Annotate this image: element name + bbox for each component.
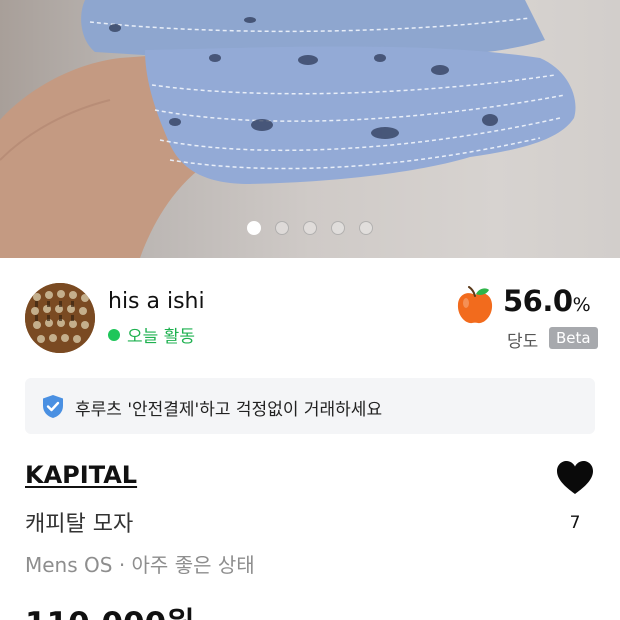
apple-icon [457,286,493,324]
activity-text: 오늘 활동 [127,327,195,347]
avatar-image [25,283,95,353]
product-photo [0,0,576,258]
carousel-dot[interactable] [359,221,373,235]
product-size: Mens OS [25,553,113,577]
carousel-dot[interactable] [303,221,317,235]
heart-icon [557,461,593,494]
carousel-indicator [0,221,620,235]
sweetness-label: 당도 [507,332,539,352]
carousel-dot[interactable] [247,221,261,235]
beta-badge: Beta [549,327,598,349]
safe-payment-text: 후루츠 '안전결제'하고 걱정없이 거래하세요 [75,400,383,420]
brand-link[interactable]: KAPITAL [25,461,137,489]
like-button[interactable]: 7 [553,458,597,538]
product-title: 캐피탈 모자 [25,512,134,537]
shield-check-icon [43,395,63,418]
sweetness-score[interactable]: 56.0% 당도 Beta [455,283,598,353]
product-condition: 아주 좋은 상태 [131,553,255,577]
product-price: 110,000원 [25,598,195,620]
sweetness-value: 56.0% [503,284,591,318]
like-count: 7 [569,513,581,533]
product-meta: Mens OS · 아주 좋은 상태 [25,549,255,578]
carousel-dot[interactable] [331,221,345,235]
seller-info[interactable]: his a ishi 오늘 활동 56.0% 당도 Beta [25,283,598,353]
meta-separator: · [118,553,126,577]
carousel-dot[interactable] [275,221,289,235]
seller-name[interactable]: his a ishi [108,289,205,314]
activity-status: 오늘 활동 [108,322,195,347]
avatar[interactable] [25,283,95,353]
safe-payment-banner[interactable]: 후루츠 '안전결제'하고 걱정없이 거래하세요 [25,378,595,434]
product-photo-carousel[interactable] [0,0,620,258]
online-dot [108,328,120,341]
